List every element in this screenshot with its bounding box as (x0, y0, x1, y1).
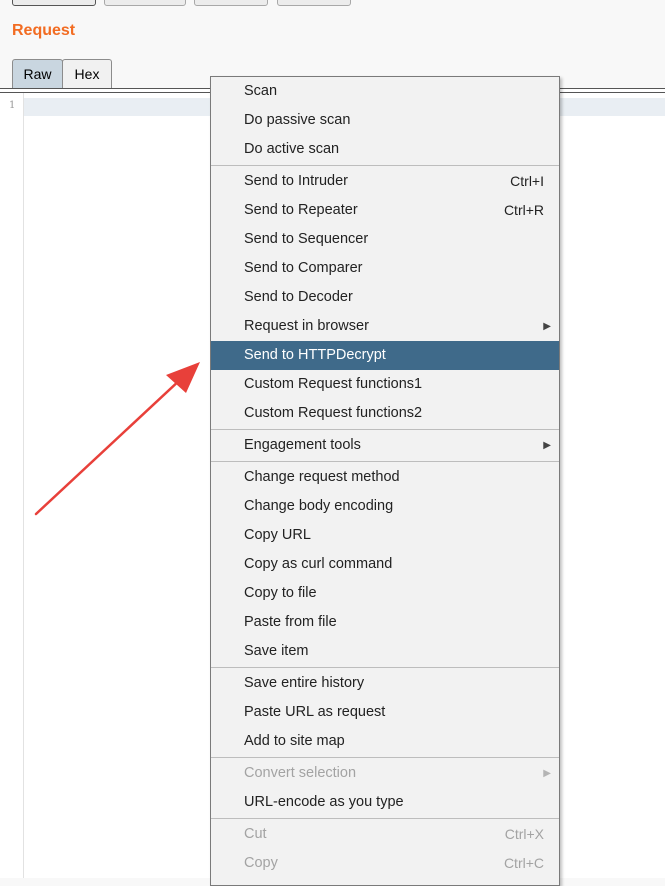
menu-item-copy-as-curl-command[interactable]: Copy as curl command (211, 550, 559, 579)
menu-item-label: Paste URL as request (244, 704, 386, 720)
menu-separator (211, 818, 559, 819)
request-panel-title: Request (12, 22, 76, 39)
menu-item-label: Add to site map (244, 733, 345, 749)
menu-item-send-to-sequencer[interactable]: Send to Sequencer (211, 225, 559, 254)
menu-separator (211, 429, 559, 430)
menu-item-convert-selection: Convert selection ▶ (211, 759, 559, 788)
menu-item-label: Send to Intruder (244, 173, 348, 189)
menu-item-label: Send to HTTPDecrypt (244, 347, 386, 363)
menu-item-cut: Cut Ctrl+X (211, 820, 559, 849)
menu-item-custom-request-functions2[interactable]: Custom Request functions2 (211, 399, 559, 428)
line-number: 1 (9, 100, 16, 111)
menu-item-copy: Copy Ctrl+C (211, 849, 559, 878)
menu-item-label: Paste from file (244, 614, 337, 630)
menu-item-send-to-intruder[interactable]: Send to Intruder Ctrl+I (211, 167, 559, 196)
menu-item-url-encode-as-you-type[interactable]: URL-encode as you type (211, 788, 559, 817)
menu-item-change-body-encoding[interactable]: Change body encoding (211, 492, 559, 521)
menu-item-label: Engagement tools (244, 437, 361, 453)
submenu-arrow-icon: ▶ (543, 440, 551, 451)
menu-item-label: Send to Decoder (244, 289, 353, 305)
menu-item-label: Change request method (244, 469, 400, 485)
menu-item-custom-request-functions1[interactable]: Custom Request functions1 (211, 370, 559, 399)
menu-separator (211, 165, 559, 166)
toolbar-button-3[interactable] (194, 0, 268, 6)
shortcut-label: Ctrl+R (503, 202, 544, 218)
menu-item-label: Save entire history (244, 675, 365, 691)
menu-item-label: Custom Request functions2 (244, 405, 423, 421)
menu-item-copy-to-file[interactable]: Copy to file (211, 579, 559, 608)
menu-item-do-active-scan[interactable]: Do active scan (211, 135, 559, 164)
tab-raw[interactable]: Raw (12, 59, 63, 89)
menu-item-save-item[interactable]: Save item (211, 637, 559, 666)
menu-item-paste-url-as-request[interactable]: Paste URL as request (211, 698, 559, 727)
toolbar-button-1[interactable] (12, 0, 96, 6)
submenu-arrow-icon: ▶ (543, 768, 551, 779)
menu-item-label: Request in browser (244, 318, 369, 334)
submenu-arrow-icon: ▶ (543, 321, 551, 332)
toolbar-button-2[interactable] (104, 0, 186, 6)
menu-item-label: Save item (244, 643, 309, 659)
menu-item-send-to-httpdecrypt[interactable]: Send to HTTPDecrypt (211, 341, 559, 370)
line-number-gutter (0, 93, 24, 878)
menu-item-label: Do passive scan (244, 112, 351, 128)
shortcut-label: Ctrl+X (504, 826, 544, 842)
tab-hex[interactable]: Hex (62, 59, 112, 89)
menu-item-send-to-decoder[interactable]: Send to Decoder (211, 283, 559, 312)
menu-item-label: Change body encoding (244, 498, 394, 514)
menu-item-label: Copy to file (244, 585, 317, 601)
toolbar-button-4[interactable] (277, 0, 351, 6)
menu-item-label: Convert selection (244, 765, 357, 781)
menu-item-send-to-comparer[interactable]: Send to Comparer (211, 254, 559, 283)
menu-item-copy-url[interactable]: Copy URL (211, 521, 559, 550)
menu-item-label: Copy (244, 855, 278, 871)
menu-item-do-passive-scan[interactable]: Do passive scan (211, 106, 559, 135)
shortcut-label: Ctrl+I (510, 173, 544, 189)
menu-item-scan[interactable]: Scan (211, 77, 559, 106)
menu-item-label: Send to Comparer (244, 260, 363, 276)
menu-item-add-to-site-map[interactable]: Add to site map (211, 727, 559, 756)
menu-item-label: URL-encode as you type (244, 794, 404, 810)
menu-item-label: Cut (244, 826, 267, 842)
menu-item-engagement-tools[interactable]: Engagement tools ▶ (211, 431, 559, 460)
menu-separator (211, 667, 559, 668)
context-menu: Scan Do passive scan Do active scan Send… (210, 76, 560, 886)
menu-item-label: Send to Sequencer (244, 231, 369, 247)
menu-item-label: Copy URL (244, 527, 311, 543)
menu-item-send-to-repeater[interactable]: Send to Repeater Ctrl+R (211, 196, 559, 225)
menu-item-label: Scan (244, 83, 278, 99)
menu-item-label: Send to Repeater (244, 202, 358, 218)
menu-separator (211, 757, 559, 758)
menu-item-request-in-browser[interactable]: Request in browser ▶ (211, 312, 559, 341)
menu-item-save-entire-history[interactable]: Save entire history (211, 669, 559, 698)
menu-item-label: Custom Request functions1 (244, 376, 423, 392)
shortcut-label: Ctrl+C (503, 855, 544, 871)
menu-item-label: Do active scan (244, 141, 340, 157)
menu-item-label: Copy as curl command (244, 556, 393, 572)
menu-separator (211, 461, 559, 462)
menu-item-paste-from-file[interactable]: Paste from file (211, 608, 559, 637)
menu-item-change-request-method[interactable]: Change request method (211, 463, 559, 492)
